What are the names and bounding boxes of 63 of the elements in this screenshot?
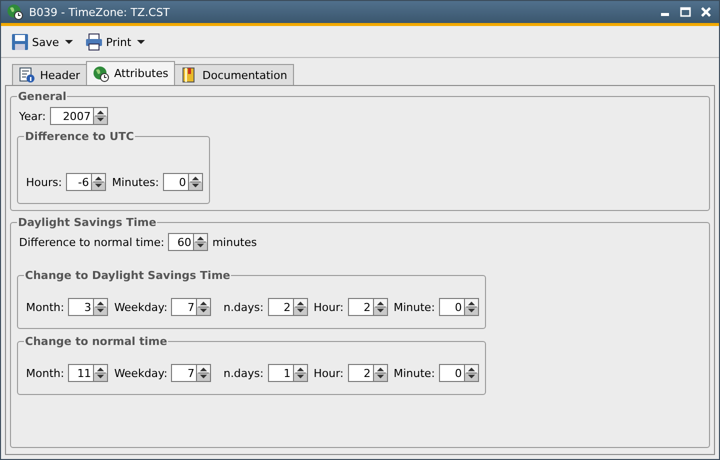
- book-icon: [181, 67, 198, 83]
- window-title: B039 - TimeZone: TZ.CST: [29, 6, 171, 18]
- globe-clock-icon: [93, 66, 110, 82]
- group-title: Daylight Savings Time: [17, 216, 158, 229]
- field-label: Minute:: [394, 366, 435, 380]
- spinner-arrows-icon[interactable]: [94, 107, 108, 125]
- spinner-arrows-icon[interactable]: [94, 364, 108, 382]
- spinner-arrows-icon[interactable]: [374, 298, 388, 316]
- field-label: n.days:: [223, 366, 264, 380]
- number-field[interactable]: 7: [171, 298, 198, 316]
- spinner-arrows-icon[interactable]: [464, 364, 479, 382]
- field-label: Hour:: [314, 366, 344, 380]
- spinner-arrows-icon[interactable]: [294, 364, 308, 382]
- number-field[interactable]: 3: [68, 298, 94, 316]
- number-field[interactable]: 0: [438, 364, 465, 382]
- spinner-arrows-icon[interactable]: [374, 364, 388, 382]
- number-field[interactable]: -6: [66, 173, 92, 191]
- number-field[interactable]: 2: [348, 298, 374, 316]
- spinner-arrows-icon[interactable]: [94, 298, 108, 316]
- number-field[interactable]: 60: [168, 233, 194, 251]
- field-label: Weekday:: [114, 300, 168, 314]
- field-label: Year:: [19, 110, 46, 122]
- number-field[interactable]: 0: [162, 173, 189, 191]
- number-field[interactable]: 7: [171, 364, 198, 382]
- spinner-arrows-icon[interactable]: [188, 173, 203, 191]
- print-button[interactable]: Print: [83, 31, 134, 53]
- spinner-arrows-icon[interactable]: [194, 233, 208, 251]
- number-field[interactable]: 11: [68, 364, 94, 382]
- field-label: Minute:: [394, 300, 435, 314]
- unit-label: minutes: [212, 236, 257, 248]
- dropdown-caret-icon[interactable]: [65, 39, 74, 45]
- field-label: Hours:: [26, 176, 62, 188]
- number-field[interactable]: 1: [268, 364, 294, 382]
- field-label: n.days:: [223, 300, 264, 314]
- spinner-arrows-icon[interactable]: [197, 298, 212, 316]
- group-title: General: [17, 90, 68, 103]
- group-title: Change to normal time: [24, 335, 168, 348]
- number-field[interactable]: 2: [348, 364, 374, 382]
- save-button[interactable]: Save: [9, 31, 62, 53]
- spinner-arrows-icon[interactable]: [464, 298, 479, 316]
- printer-icon: [85, 33, 104, 51]
- tab[interactable]: Documentation: [174, 64, 294, 85]
- spinner-arrows-icon[interactable]: [197, 364, 212, 382]
- close-icon[interactable]: [699, 5, 713, 19]
- tab[interactable]: Attributes: [86, 61, 176, 85]
- field-label: Month:: [26, 300, 64, 314]
- tab[interactable]: Header: [12, 64, 88, 85]
- field-label: Month:: [26, 366, 64, 380]
- field-label: Hour:: [314, 300, 344, 314]
- info-document-icon: [19, 67, 35, 83]
- dropdown-caret-icon[interactable]: [137, 39, 146, 45]
- number-field[interactable]: 2: [268, 298, 294, 316]
- field-label: Minutes:: [112, 176, 159, 188]
- group-title: Difference to UTC: [24, 130, 135, 143]
- number-field[interactable]: 2007: [50, 107, 94, 125]
- field-label: Weekday:: [114, 366, 168, 380]
- number-field[interactable]: 0: [438, 298, 465, 316]
- spinner-arrows-icon[interactable]: [92, 173, 106, 191]
- globe-clock-icon: [7, 4, 23, 20]
- spinner-arrows-icon[interactable]: [294, 298, 308, 316]
- field-label: Difference to normal time:: [19, 236, 164, 248]
- group-title: Change to Daylight Savings Time: [24, 269, 232, 282]
- maximize-icon[interactable]: [679, 5, 693, 19]
